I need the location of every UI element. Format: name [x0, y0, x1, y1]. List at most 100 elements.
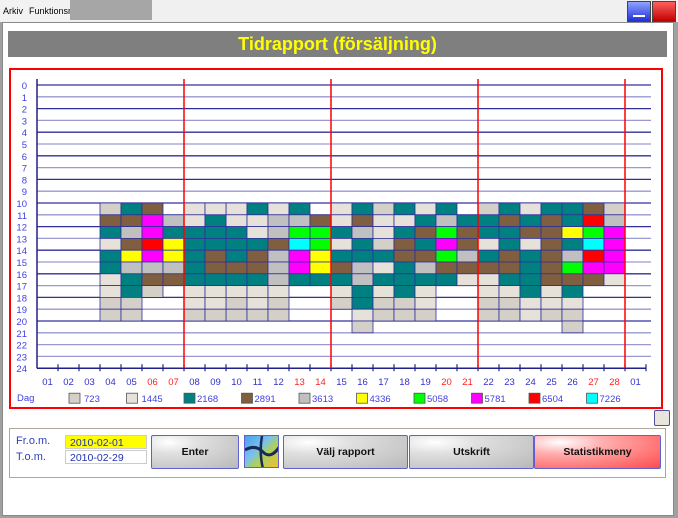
close-button[interactable] [652, 1, 676, 22]
heatmap-cell [99, 308, 122, 322]
legend-swatch [356, 392, 368, 404]
heatmap-cell [351, 261, 374, 275]
scroll-handle[interactable] [654, 410, 670, 426]
heatmap-cell [372, 308, 395, 322]
heatmap-cell [225, 249, 248, 263]
heatmap-cell [477, 273, 500, 287]
statistics-menu-button[interactable]: Statistikmeny [534, 435, 661, 469]
heatmap-cell [435, 237, 458, 251]
heatmap-cell [288, 249, 311, 263]
heatmap-cell [582, 202, 605, 216]
heatmap-cell [162, 249, 185, 263]
x-tick-label: 24 [525, 377, 536, 388]
heatmap-cell [414, 296, 437, 310]
legend-label: 5781 [485, 394, 506, 405]
heatmap-cell [519, 296, 542, 310]
x-tick-label: 04 [105, 377, 116, 388]
heatmap-cell [204, 308, 227, 322]
heatmap-cell [99, 214, 122, 228]
x-tick-label: 15 [336, 377, 347, 388]
choose-report-button[interactable]: Välj rapport [283, 435, 408, 469]
heatmap-cell [246, 249, 269, 263]
from-date-input[interactable]: 2010-02-01 [65, 435, 147, 449]
heatmap-cell [183, 226, 206, 239]
menu-arkiv[interactable]: Arkiv [0, 6, 26, 16]
heatmap-cell [225, 308, 248, 322]
heatmap-cell [561, 214, 584, 228]
legend-label: 1445 [142, 394, 163, 405]
heatmap-cell [351, 237, 374, 251]
heatmap-cell [372, 273, 395, 287]
heatmap-cell [267, 261, 290, 275]
heatmap-cell [561, 320, 584, 334]
heatmap-cell [99, 249, 122, 263]
x-tick-label: 16 [357, 377, 368, 388]
heatmap-cell [456, 237, 479, 251]
heatmap-cell [393, 202, 416, 216]
minimize-button[interactable] [627, 1, 651, 22]
heatmap-cell [477, 237, 500, 251]
heatmap-cell [267, 285, 290, 298]
heatmap-cell [456, 214, 479, 228]
heatmap-cell [288, 237, 311, 251]
y-tick-label: 9 [22, 187, 27, 198]
heatmap-cell [183, 285, 206, 298]
heatmap-cell [120, 296, 143, 310]
heatmap-cell [372, 296, 395, 310]
x-tick-label: 08 [189, 377, 200, 388]
heatmap-cell [183, 308, 206, 322]
heatmap-cell [561, 308, 584, 322]
print-button[interactable]: Utskrift [409, 435, 534, 469]
heatmap-cell [498, 308, 521, 322]
heatmap-cell [204, 296, 227, 310]
heatmap-cell [351, 249, 374, 263]
heatmap-cell [498, 226, 521, 239]
heatmap-cell [351, 296, 374, 310]
x-tick-label: 11 [253, 377, 263, 388]
x-tick-label: 05 [126, 377, 137, 388]
y-tick-label: 21 [16, 329, 27, 340]
heatmap-cell [120, 237, 143, 251]
enter-button[interactable]: Enter [151, 435, 239, 469]
heatmap-cell [309, 214, 332, 228]
heatmap-cell [225, 296, 248, 310]
x-tick-label: 01 [42, 377, 53, 388]
heatmap-cell [141, 249, 164, 263]
heatmap-cell [582, 214, 605, 228]
heatmap-cell [204, 202, 227, 216]
heatmap-cell [288, 261, 311, 275]
heatmap-cell [519, 285, 542, 298]
heatmap-cell [498, 214, 521, 228]
heatmap-cell [435, 226, 458, 239]
heatmap-cell [267, 273, 290, 287]
heatmap-cell [393, 214, 416, 228]
heatmap-cell [477, 285, 500, 298]
y-tick-label: 13 [16, 234, 27, 245]
heatmap-cell [540, 237, 563, 251]
heatmap-cell [204, 261, 227, 275]
legend-swatch [413, 392, 426, 404]
windows-logo-button[interactable] [244, 435, 279, 468]
heatmap-cell [246, 226, 269, 239]
heatmap-cell [519, 237, 542, 251]
to-date-input[interactable]: 2010-02-29 [65, 450, 147, 464]
heatmap-cell [267, 214, 290, 228]
heatmap-cell [540, 273, 563, 287]
heatmap-cell [162, 214, 185, 228]
heatmap-cell [456, 249, 479, 263]
heatmap-cell [120, 202, 143, 216]
heatmap-cell [99, 296, 122, 310]
heatmap-cell [435, 214, 458, 228]
heatmap-cell [309, 261, 332, 275]
y-tick-label: 4 [22, 128, 27, 139]
heatmap-cell [288, 273, 311, 287]
heatmap-cell [225, 226, 248, 239]
heatmap-cell [393, 285, 416, 298]
heatmap-cell [498, 237, 521, 251]
heatmap-cell [330, 249, 353, 263]
y-tick-label: 3 [22, 116, 27, 127]
heatmap-cell [477, 214, 500, 228]
heatmap-cell [372, 261, 395, 275]
legend-label: 4336 [370, 394, 391, 405]
heatmap-cell [99, 237, 122, 251]
